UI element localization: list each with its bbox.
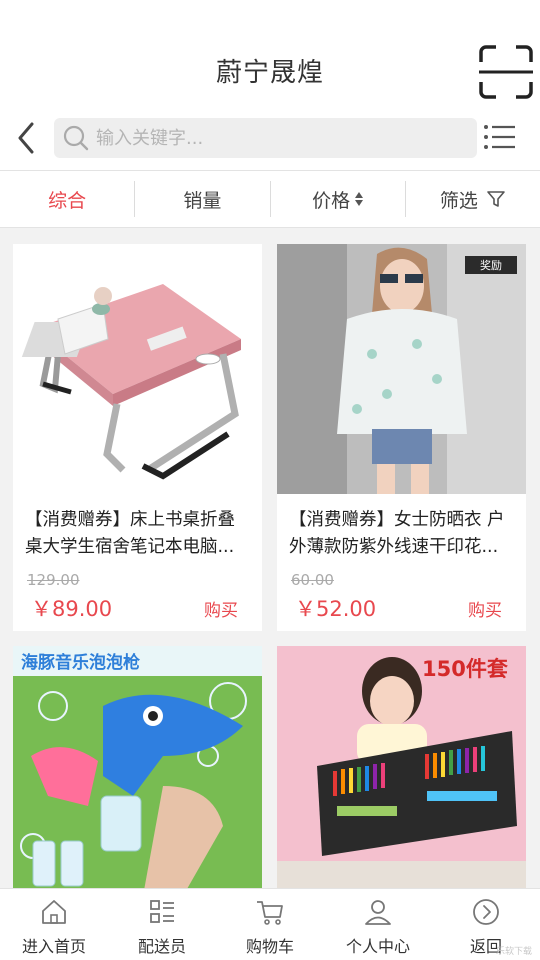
original-price: 60.00: [291, 571, 334, 589]
image-title: 150件套: [422, 657, 508, 681]
buy-button[interactable]: 购买: [204, 596, 238, 621]
tab-profile[interactable]: 个人中心: [324, 889, 432, 960]
product-price: ￥89.00: [31, 597, 113, 621]
sort-arrows-icon: [355, 192, 364, 206]
product-image-art-set: 150件套: [277, 646, 526, 890]
image-badge: 奖励: [480, 258, 502, 272]
filter-comprehensive[interactable]: 综合: [0, 181, 136, 217]
list-icon: [150, 900, 174, 923]
price-row: ￥52.00 购买: [277, 593, 526, 623]
image-title: 海豚音乐泡泡枪: [21, 652, 140, 673]
filter-screen[interactable]: 筛选: [406, 181, 540, 217]
product-price: ￥52.00: [295, 597, 377, 621]
bottom-tab-bar: 进入首页 配送员 购物车 个人中心 返回: [0, 888, 540, 960]
list-menu-icon[interactable]: [482, 122, 518, 152]
search-input[interactable]: [96, 118, 466, 158]
filter-bar: 综合 销量 价格 筛选: [0, 170, 540, 228]
page-title: 蔚宁晟煌: [215, 58, 324, 88]
watermark-text: 乐软下载: [496, 947, 533, 957]
search-box[interactable]: [54, 118, 477, 158]
search-icon: [63, 125, 89, 151]
tab-label: 个人中心: [345, 937, 410, 956]
filter-sales[interactable]: 销量: [135, 181, 271, 217]
product-card[interactable]: 150件套: [277, 646, 526, 890]
tab-label: 进入首页: [21, 937, 86, 956]
tab-label: 配送员: [137, 937, 186, 956]
cart-icon: [257, 901, 283, 925]
product-card[interactable]: 海豚音乐泡泡枪: [13, 646, 262, 890]
product-name: 【消费赠券】床上书桌折叠桌大学生宿舍笔记本电脑...: [25, 510, 235, 557]
back-circle-icon: [473, 899, 499, 925]
original-price: 129.00: [27, 571, 80, 589]
tab-cart[interactable]: 购物车: [216, 889, 324, 960]
home-icon: [42, 900, 66, 924]
filter-label: 综合: [48, 189, 87, 212]
product-image-jacket: 奖励: [277, 244, 526, 494]
scan-icon[interactable]: [478, 44, 534, 100]
filter-price[interactable]: 价格: [271, 181, 406, 217]
product-card[interactable]: 【消费赠券】床上书桌折叠桌大学生宿舍笔记本电脑... 129.00 ￥89.00…: [13, 244, 262, 631]
product-image-desk: [13, 244, 262, 494]
tab-courier[interactable]: 配送员: [108, 889, 216, 960]
product-image-bubble-gun: 海豚音乐泡泡枪: [13, 646, 262, 890]
back-arrow-icon[interactable]: [12, 118, 42, 158]
buy-button[interactable]: 购买: [468, 596, 502, 621]
header: 蔚宁晟煌: [0, 0, 540, 170]
product-name: 【消费赠券】女士防晒衣 户外薄款防紫外线速干印花...: [289, 510, 505, 557]
filter-label: 筛选: [439, 189, 478, 212]
product-card[interactable]: 奖励 【消费赠券】女士防晒衣 户外薄款防紫外线速干印花... 60.00 ￥52…: [277, 244, 526, 631]
filter-label: 价格: [312, 189, 351, 212]
user-icon: [365, 900, 391, 925]
product-grid: 【消费赠券】床上书桌折叠桌大学生宿舍笔记本电脑... 129.00 ￥89.00…: [13, 244, 527, 890]
tab-label: 购物车: [245, 937, 294, 956]
price-row: ￥89.00 购买: [13, 593, 262, 623]
filter-label: 销量: [183, 189, 222, 212]
funnel-icon: [487, 191, 505, 207]
tab-home[interactable]: 进入首页: [0, 889, 108, 960]
